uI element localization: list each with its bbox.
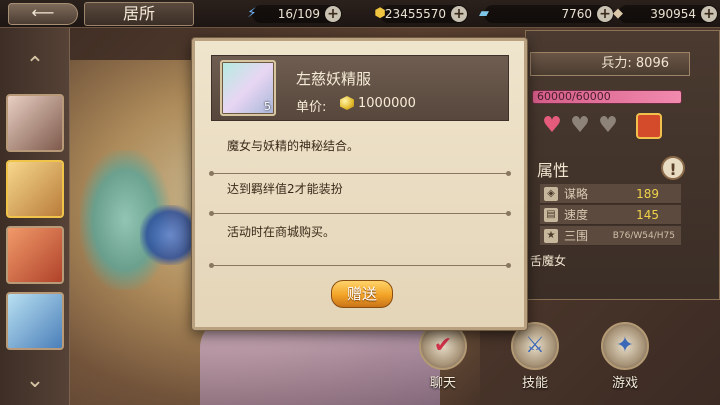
gold-coin-icon: ⬢: [374, 6, 386, 21]
divider: [209, 171, 511, 176]
butterfly-artwork: [140, 205, 200, 265]
attr-row-strategy: ◈ 谋略 189: [540, 184, 681, 204]
attr-row-speed: ▤ 速度 145: [540, 205, 681, 225]
character-portrait-3[interactable]: [6, 226, 64, 284]
back-arrow-icon: ⟵: [31, 3, 55, 22]
add-stamina-button[interactable]: +: [325, 6, 341, 22]
item-requirement: 达到羁绊值2才能装扮: [227, 182, 343, 196]
gold-counter: ⬢ 23455570 +: [374, 5, 468, 23]
price-label: 单价:: [296, 100, 327, 115]
character-portrait-4[interactable]: [6, 292, 64, 350]
character-portrait-1[interactable]: [6, 94, 64, 152]
item-name: 左慈妖精服: [296, 70, 372, 88]
heart-empty-icon: ♥: [598, 113, 618, 138]
skill-button[interactable]: ⚔ 技能: [507, 322, 563, 391]
lightning-icon: ⚡: [247, 6, 257, 21]
attributes-title: 属性: [537, 161, 570, 180]
ticket-icon: ▰: [479, 6, 489, 21]
power-display: 兵力: 8096: [530, 52, 690, 76]
ticket-counter: ▰ 7760 +: [479, 5, 614, 23]
speed-icon: ▤: [544, 208, 558, 222]
item-source: 活动时在商城购买。: [227, 225, 336, 239]
item-detail-dialog: 5 左慈妖精服 单价: 1000000 魔女与妖精的神秘结合。 达到羁绊值2才能…: [192, 38, 527, 330]
character-title-text: 舌魔女: [530, 254, 567, 268]
hp-bar: 60000/60000: [532, 90, 682, 104]
price-value: 1000000: [358, 96, 416, 111]
attr-row-measurements: ★ 三围 B76/W54/H75: [540, 226, 681, 246]
page-title: 居所: [84, 2, 194, 26]
add-gold-button[interactable]: +: [451, 6, 467, 22]
fairy-costume-icon: 5: [220, 60, 276, 116]
back-button[interactable]: ⟵: [8, 3, 78, 25]
item-count: 5: [264, 100, 271, 113]
character-portrait-2[interactable]: [6, 160, 64, 218]
divider: [209, 263, 511, 268]
game-button[interactable]: ✦ 游戏: [597, 322, 653, 391]
heart-empty-icon: ♥: [570, 113, 590, 138]
scroll-up-chevron-icon[interactable]: ⌃: [20, 52, 50, 80]
item-header: 5 左慈妖精服 单价: 1000000: [211, 55, 509, 121]
gold-coin-icon: [340, 96, 354, 110]
top-bar: ⟵ 居所 ⚡ 16/109 + ⬢ 23455570 + ▰ 7760 + ◆ …: [0, 0, 720, 28]
add-gem-button[interactable]: +: [701, 6, 717, 22]
gift-box-icon[interactable]: [636, 113, 662, 139]
gem-counter: ◆ 390954 +: [613, 5, 718, 23]
chat-button[interactable]: ✔ 聊天: [415, 322, 471, 391]
divider: [209, 211, 511, 216]
stamina-counter: ⚡ 16/109 +: [247, 5, 342, 23]
star-icon: ★: [544, 229, 558, 243]
info-button[interactable]: !: [661, 156, 685, 180]
item-description: 魔女与妖精的神秘结合。: [227, 139, 360, 153]
strategy-icon: ◈: [544, 187, 558, 201]
scroll-down-chevron-icon[interactable]: ⌄: [20, 367, 50, 395]
heart-filled-icon: ♥: [542, 113, 562, 138]
gem-icon: ◆: [613, 6, 623, 21]
gift-button[interactable]: 赠送: [331, 280, 393, 308]
game-icon: ✦: [601, 322, 649, 370]
